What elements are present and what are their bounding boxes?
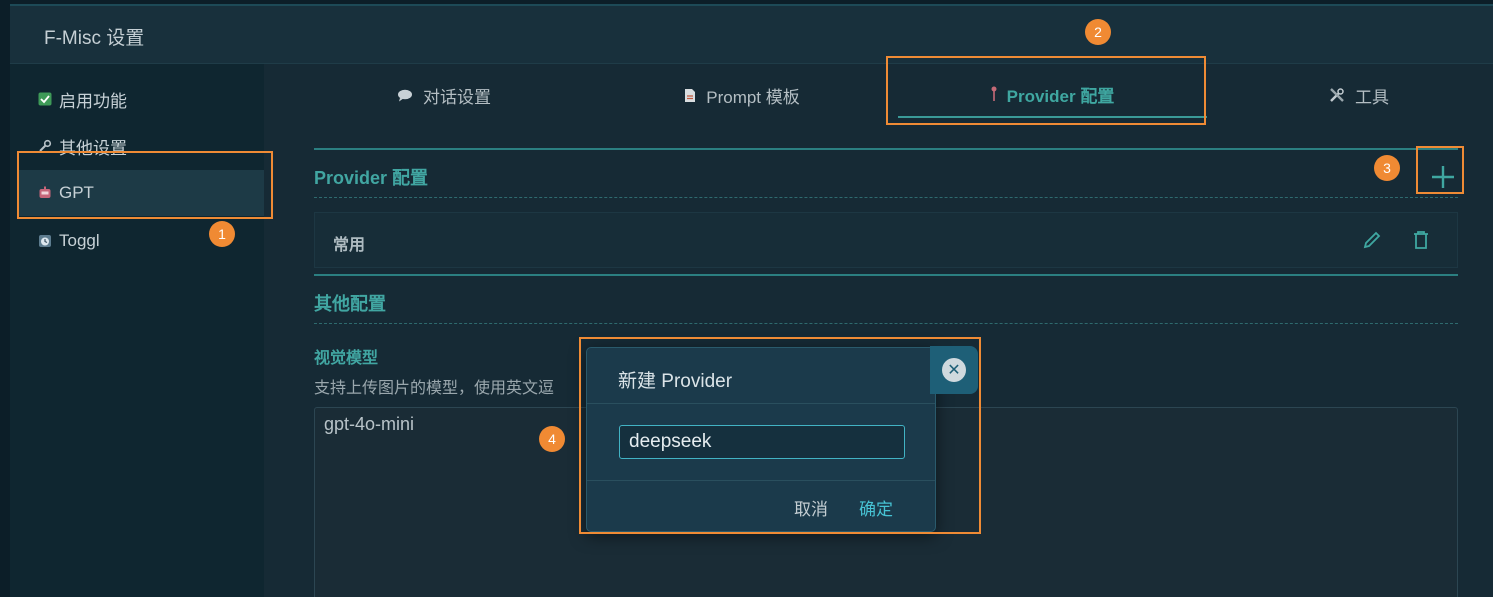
textarea-value: gpt-4o-mini: [324, 414, 415, 434]
tab-label: Prompt 模板: [706, 87, 800, 107]
sidebar-item-gpt[interactable]: GPT: [18, 170, 264, 216]
provider-section-header: Provider 配置: [314, 148, 1458, 198]
trash-icon: [1414, 231, 1428, 249]
sidebar-item-label: GPT: [59, 183, 94, 202]
tab-chat-settings[interactable]: 对话设置: [314, 72, 574, 118]
provider-name-input[interactable]: [619, 425, 905, 459]
tab-provider-config[interactable]: Provider 配置: [898, 72, 1207, 118]
tab-prompt-templates[interactable]: Prompt 模板: [602, 72, 882, 118]
annotation-badge-4: 4: [539, 426, 565, 452]
window-title: F-Misc 设置: [44, 28, 145, 49]
close-icon: ✕: [942, 358, 966, 382]
annotation-badge-2: 2: [1085, 19, 1111, 45]
add-provider-button[interactable]: [1422, 156, 1464, 198]
clock-icon: [38, 234, 52, 248]
wrench-icon: [38, 139, 52, 153]
sidebar-item-label: 启用功能: [59, 91, 127, 111]
title-bar: F-Misc 设置: [10, 6, 1493, 64]
edit-provider-button[interactable]: [1359, 227, 1385, 253]
provider-name: 常用: [333, 237, 366, 254]
tab-label: Provider 配置: [1006, 86, 1115, 106]
annotation-badge-3: 3: [1374, 155, 1400, 181]
delete-provider-button[interactable]: [1408, 227, 1434, 253]
robot-icon: [38, 186, 52, 200]
cancel-button[interactable]: 取消: [794, 495, 828, 520]
other-section-header: 其他配置: [314, 274, 1458, 324]
tab-tools[interactable]: 工具: [1224, 72, 1493, 118]
tab-label: 工具: [1355, 87, 1389, 107]
checkbox-icon: [38, 92, 52, 106]
key-icon: [991, 86, 997, 102]
speech-bubble-icon: [397, 89, 413, 102]
tab-bar: 对话设置 Prompt 模板 Provider 配置 工具: [264, 64, 1493, 124]
section-title: 其他配置: [314, 294, 386, 314]
dialog-close-button[interactable]: ✕: [930, 346, 978, 394]
sidebar-item-label: Toggl: [59, 231, 100, 250]
plus-icon: [1432, 166, 1454, 188]
tools-icon: [1329, 87, 1345, 103]
annotation-badge-1: 1: [209, 221, 235, 247]
document-icon: [684, 88, 696, 103]
dialog-title: 新建 Provider: [618, 371, 733, 392]
new-provider-dialog: 新建 Provider 取消 确定: [586, 347, 936, 532]
vision-model-description: 支持上传图片的模型，使用英文逗: [314, 380, 555, 397]
sidebar: 启用功能 其他设置 GPT Toggl: [10, 64, 264, 597]
sidebar-item-enable-features[interactable]: 启用功能: [18, 76, 264, 122]
provider-item: 常用: [314, 212, 1458, 268]
sidebar-item-label: 其他设置: [59, 138, 127, 158]
vision-model-label: 视觉模型: [314, 350, 379, 367]
tab-label: 对话设置: [423, 87, 491, 107]
confirm-button[interactable]: 确定: [859, 495, 893, 520]
pencil-icon: [1363, 231, 1381, 249]
section-title: Provider 配置: [314, 168, 429, 188]
dialog-header: 新建 Provider: [587, 348, 935, 404]
sidebar-item-other-settings[interactable]: 其他设置: [18, 123, 264, 169]
